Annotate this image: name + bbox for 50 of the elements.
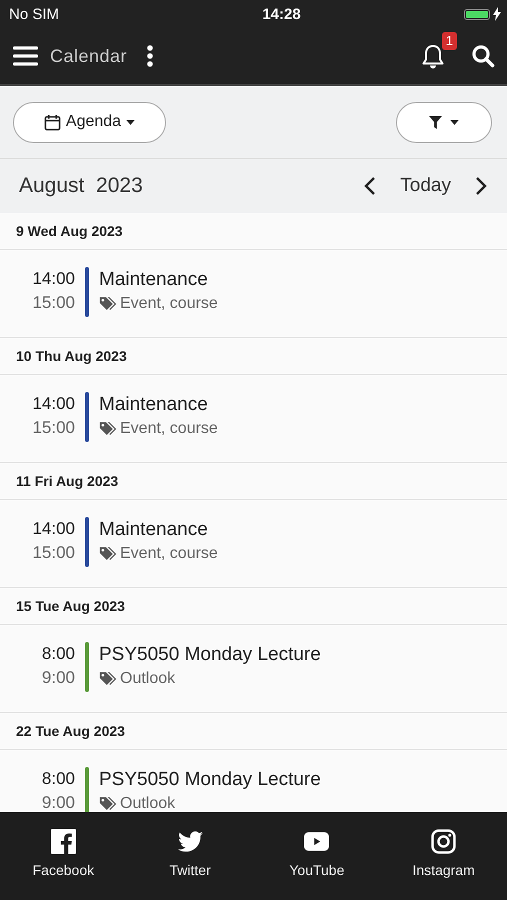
event-tags: Event, course xyxy=(120,293,218,315)
notification-badge: 1 xyxy=(442,32,457,50)
view-button[interactable]: Agenda xyxy=(13,102,166,142)
caret-icon xyxy=(450,120,459,124)
month-title: August 2023 xyxy=(19,174,143,198)
start-time: 14:00 xyxy=(32,268,75,290)
tab-item[interactable]: YouTube xyxy=(254,812,380,900)
tags-icon xyxy=(99,546,118,562)
camera-icon xyxy=(431,828,456,854)
start-time: 8:00 xyxy=(42,768,75,790)
carrier-text: No SIM xyxy=(9,6,60,22)
event-tags: Outlook xyxy=(120,668,176,690)
event-title: PSY5050 Monday Lecture xyxy=(99,768,321,792)
event-tags: Event, course xyxy=(120,418,218,440)
end-time: 15:00 xyxy=(32,417,75,439)
facebook-icon xyxy=(50,828,76,854)
event-tags: Event, course xyxy=(120,543,218,565)
event-title: Maintenance xyxy=(99,393,209,417)
more-options-icon[interactable] xyxy=(147,45,154,67)
clock-time: 14:28 xyxy=(262,6,301,22)
battery-icon xyxy=(464,8,490,20)
end-time: 9:00 xyxy=(42,667,75,689)
tags-icon xyxy=(99,296,118,312)
caret-icon xyxy=(126,120,136,124)
end-time: 9:00 xyxy=(42,792,75,812)
tags-icon xyxy=(99,421,118,437)
bell-icon[interactable] xyxy=(421,44,445,70)
tab-item[interactable]: Facebook xyxy=(0,812,127,900)
start-time: 14:00 xyxy=(32,518,75,540)
header-title: Calendar xyxy=(50,46,128,66)
today-button[interactable]: Today xyxy=(400,175,451,197)
menu-icon[interactable] xyxy=(13,45,38,67)
event-title: Maintenance xyxy=(99,518,209,542)
event-tags: Outlook xyxy=(120,793,176,812)
start-time: 14:00 xyxy=(32,393,75,415)
end-time: 15:00 xyxy=(32,542,75,564)
end-time: 15:00 xyxy=(32,292,75,314)
search-icon[interactable] xyxy=(471,44,495,68)
calendar-icon xyxy=(44,114,61,130)
event-title: PSY5050 Monday Lecture xyxy=(99,643,321,667)
bird-icon xyxy=(178,828,203,854)
filter-button[interactable] xyxy=(396,102,492,142)
tags-icon xyxy=(99,671,118,687)
chevron-right-icon[interactable] xyxy=(475,176,487,196)
chevron-left-icon[interactable] xyxy=(364,176,376,196)
event-title: Maintenance xyxy=(99,268,209,292)
start-time: 8:00 xyxy=(42,643,75,665)
tab-item[interactable]: Twitter xyxy=(126,812,254,900)
tab-item[interactable]: Instagram xyxy=(380,812,507,900)
filter-icon xyxy=(429,116,442,128)
